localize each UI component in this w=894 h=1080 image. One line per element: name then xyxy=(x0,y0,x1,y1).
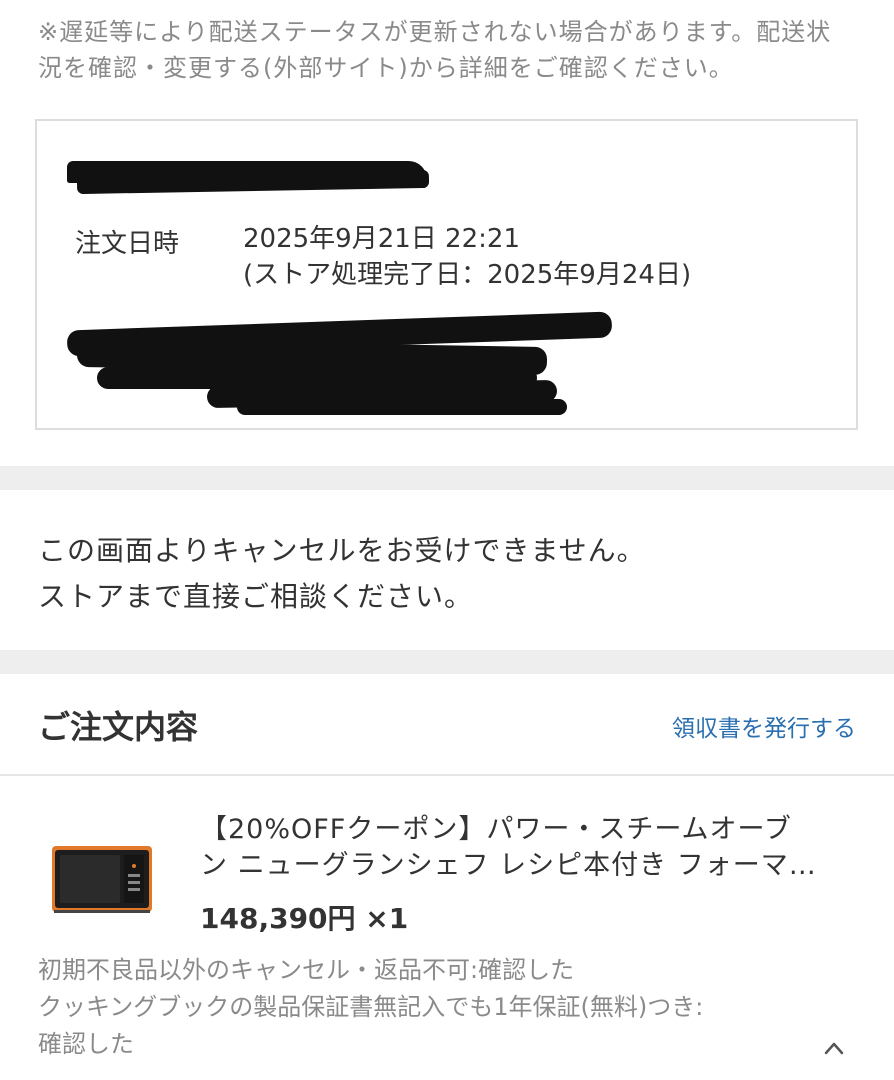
product-title[interactable]: 【20%OFFクーポン】パワー・スチームオーブ ン ニューグランシェフ レシピ本… xyxy=(200,812,860,888)
cancel-unavailable-message: この画面よりキャンセルをお受けできません。 ストアまで直接ご相談ください。 xyxy=(38,528,858,620)
order-date-value: 2025年9月21日 22:21 xyxy=(243,224,520,254)
product-options: 初期不良品以外のキャンセル・返品不可:確認した クッキングブックの製品保証書無記… xyxy=(38,952,838,1063)
notice-line-2: 況を確認・変更する(外部サイト)から詳細をご確認ください。 xyxy=(38,54,734,82)
order-info-card: 注文日時 2025年9月21日 22:21 (ストア処理完了日：2025年9月2… xyxy=(35,119,858,430)
store-processed-date: (ストア処理完了日：2025年9月24日) xyxy=(243,260,692,290)
product-title-line-1: 【20%OFFクーポン】パワー・スチームオーブ xyxy=(200,814,792,845)
cancel-message-line-1: この画面よりキャンセルをお受けできません。 xyxy=(38,534,646,567)
product-title-line-2: ン ニューグランシェフ レシピ本付き フォーマ… xyxy=(200,850,817,881)
notice-line-1: ※遅延等により配送ステータスが更新されない場合があります。配送状 xyxy=(38,18,832,46)
order-contents-title: ご注文内容 xyxy=(38,708,199,746)
chevron-up-icon[interactable] xyxy=(824,1038,844,1058)
redacted-block xyxy=(237,399,567,415)
divider xyxy=(0,774,894,776)
option-line: クッキングブックの製品保証書無記入でも1年保証(無料)つき: xyxy=(38,993,704,1021)
cancel-message-line-2: ストアまで直接ご相談ください。 xyxy=(38,580,474,613)
product-thumbnail[interactable] xyxy=(52,844,152,914)
option-line: 確認した xyxy=(38,1030,134,1058)
delivery-status-notice: ※遅延等により配送ステータスが更新されない場合があります。配送状 況を確認・変更… xyxy=(38,14,858,86)
issue-receipt-link[interactable]: 領収書を発行する xyxy=(672,709,856,743)
order-date-label: 注文日時 xyxy=(75,229,180,259)
order-date-value-group: 2025年9月21日 22:21 (ストア処理完了日：2025年9月24日) xyxy=(243,221,691,293)
option-line: 初期不良品以外のキャンセル・返品不可:確認した xyxy=(38,956,575,984)
section-separator xyxy=(0,466,894,490)
product-price-quantity: 148,390円 ×1 xyxy=(200,902,409,935)
section-separator xyxy=(0,650,894,674)
